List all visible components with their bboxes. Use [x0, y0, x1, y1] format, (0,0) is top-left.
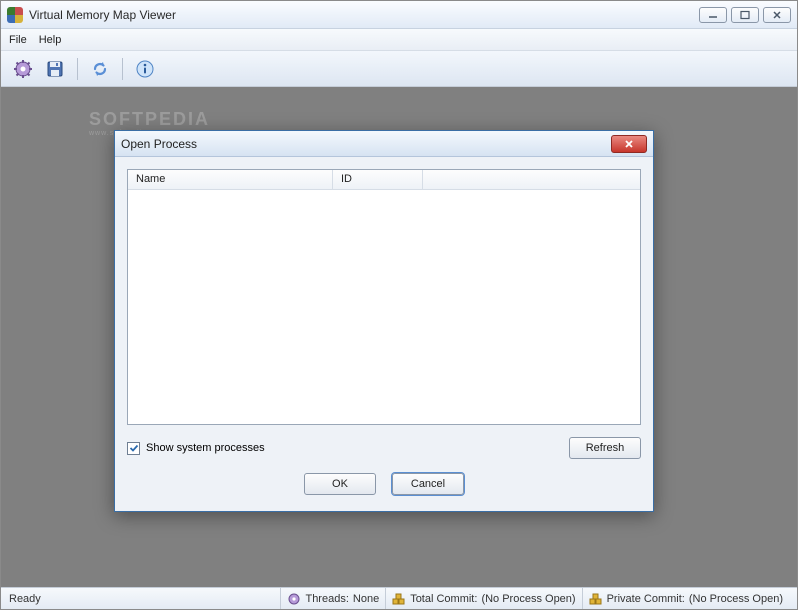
dialog-titlebar[interactable]: Open Process	[115, 131, 653, 157]
refresh-icon	[90, 59, 110, 79]
dialog-close-button[interactable]	[611, 135, 647, 153]
show-system-processes-checkbox[interactable]	[127, 442, 140, 455]
check-icon	[129, 443, 139, 453]
listview-header: Name ID	[128, 170, 640, 190]
status-threads-value: None	[353, 593, 379, 605]
cancel-button[interactable]: Cancel	[392, 473, 464, 495]
close-icon	[623, 138, 635, 150]
dialog-actions: OK Cancel	[127, 473, 641, 495]
show-system-processes-label: Show system processes	[146, 442, 265, 454]
close-button[interactable]	[763, 7, 791, 23]
blocks-icon	[392, 592, 406, 606]
status-threads: Threads: None	[280, 588, 385, 609]
status-ready: Ready	[9, 593, 280, 605]
menu-help[interactable]: Help	[39, 34, 62, 46]
toolbar-save-button[interactable]	[41, 55, 69, 83]
app-icon	[7, 7, 23, 23]
client-area: SOFTPEDIA www.softpedia.com Open Process…	[1, 87, 797, 587]
main-window: Virtual Memory Map Viewer File Help	[0, 0, 798, 610]
minimize-button[interactable]	[699, 7, 727, 23]
window-title: Virtual Memory Map Viewer	[29, 8, 176, 22]
toolbar-separator	[122, 58, 123, 80]
status-threads-label: Threads:	[305, 593, 348, 605]
toolbar-about-button[interactable]	[131, 55, 159, 83]
open-process-dialog: Open Process Name ID	[114, 130, 654, 512]
status-total-commit-value: (No Process Open)	[481, 593, 575, 605]
refresh-button[interactable]: Refresh	[569, 437, 641, 459]
maximize-button[interactable]	[731, 7, 759, 23]
dialog-title: Open Process	[121, 137, 197, 151]
dialog-body: Name ID Show system processes Refresh	[115, 157, 653, 511]
column-name[interactable]: Name	[128, 170, 333, 189]
status-private-commit-label: Private Commit:	[607, 593, 685, 605]
process-listview[interactable]: Name ID	[127, 169, 641, 425]
blocks-icon	[589, 592, 603, 606]
dialog-options-row: Show system processes Refresh	[127, 437, 641, 459]
maximize-icon	[739, 10, 751, 20]
save-icon	[45, 59, 65, 79]
titlebar[interactable]: Virtual Memory Map Viewer	[1, 1, 797, 29]
listview-body[interactable]	[128, 190, 640, 424]
column-id[interactable]: ID	[333, 170, 423, 189]
menubar: File Help	[1, 29, 797, 51]
status-private-commit-value: (No Process Open)	[689, 593, 783, 605]
status-total-commit-label: Total Commit:	[410, 593, 477, 605]
toolbar-settings-button[interactable]	[9, 55, 37, 83]
info-icon	[135, 59, 155, 79]
status-private-commit: Private Commit: (No Process Open)	[582, 588, 789, 609]
gear-icon	[13, 59, 33, 79]
toolbar-separator	[77, 58, 78, 80]
ok-button[interactable]: OK	[304, 473, 376, 495]
toolbar-refresh-button[interactable]	[86, 55, 114, 83]
menu-file[interactable]: File	[9, 34, 27, 46]
status-total-commit: Total Commit: (No Process Open)	[385, 588, 581, 609]
toolbar	[1, 51, 797, 87]
minimize-icon	[707, 10, 719, 20]
gear-icon	[287, 592, 301, 606]
close-icon	[771, 10, 783, 20]
window-controls	[699, 7, 791, 23]
watermark-text: SOFTPEDIA	[89, 109, 210, 130]
statusbar: Ready Threads: None Total Commit: (No Pr…	[1, 587, 797, 609]
